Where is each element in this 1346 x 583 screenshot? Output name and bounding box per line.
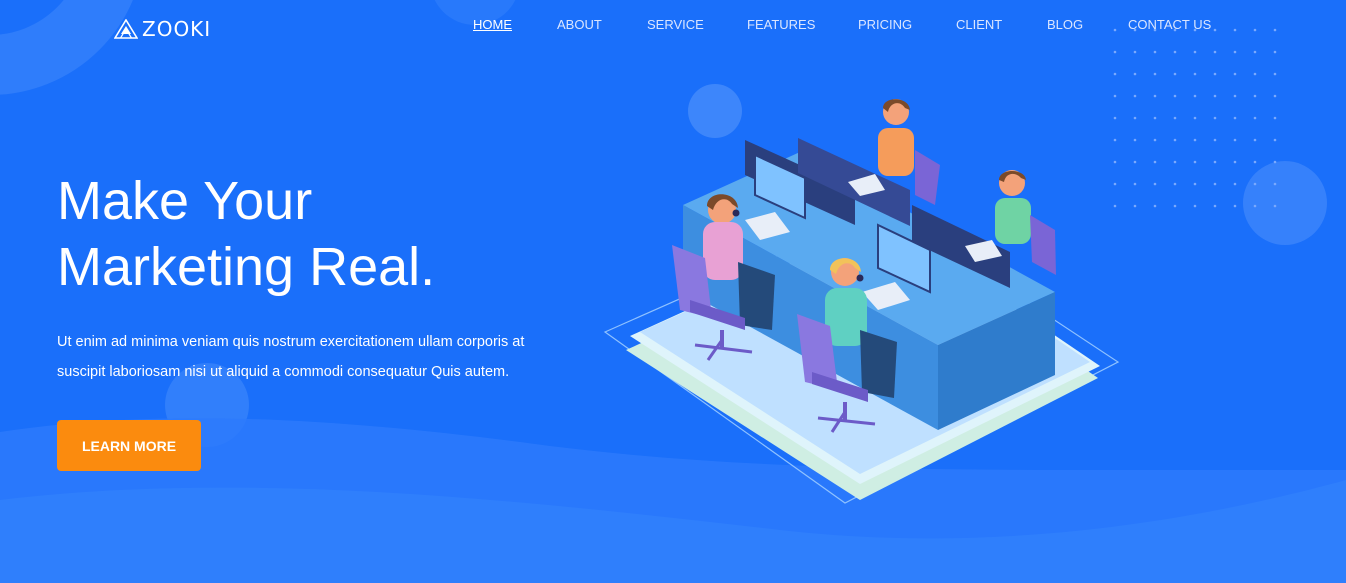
nav-item-service[interactable]: SERVICE (647, 17, 704, 33)
nav-item-contact[interactable]: CONTACT US (1128, 17, 1211, 33)
brand-name: ZOOKI (142, 17, 212, 41)
learn-more-button[interactable]: LEARN MORE (57, 420, 201, 471)
hero-title: Make Your Marketing Real. (57, 168, 435, 300)
nav-item-blog[interactable]: BLOG (1047, 17, 1083, 33)
navbar: ZOOKI HOME ABOUT SERVICE FEATURES PRICIN… (0, 0, 1346, 52)
nav-item-features[interactable]: FEATURES (747, 17, 815, 33)
hero-description: Ut enim ad minima veniam quis nostrum ex… (57, 327, 577, 387)
right-circle (1243, 161, 1327, 245)
hero-description-line-1: Ut enim ad minima veniam quis nostrum ex… (57, 334, 525, 350)
triangle-logo-icon (114, 19, 138, 39)
nav-item-home[interactable]: HOME (473, 17, 512, 33)
nav-item-about[interactable]: ABOUT (557, 17, 602, 33)
hero-description-line-2: suscipit laboriosam nisi ut aliquid a co… (57, 364, 510, 380)
brand-logo[interactable]: ZOOKI (114, 17, 211, 41)
nav-item-pricing[interactable]: PRICING (858, 17, 912, 33)
hero-title-line-2: Marketing Real. (57, 237, 436, 297)
hero-title-line-1: Make Your (57, 171, 313, 231)
nav-item-client[interactable]: CLIENT (956, 17, 1002, 33)
office-team-illustration (603, 99, 1120, 504)
